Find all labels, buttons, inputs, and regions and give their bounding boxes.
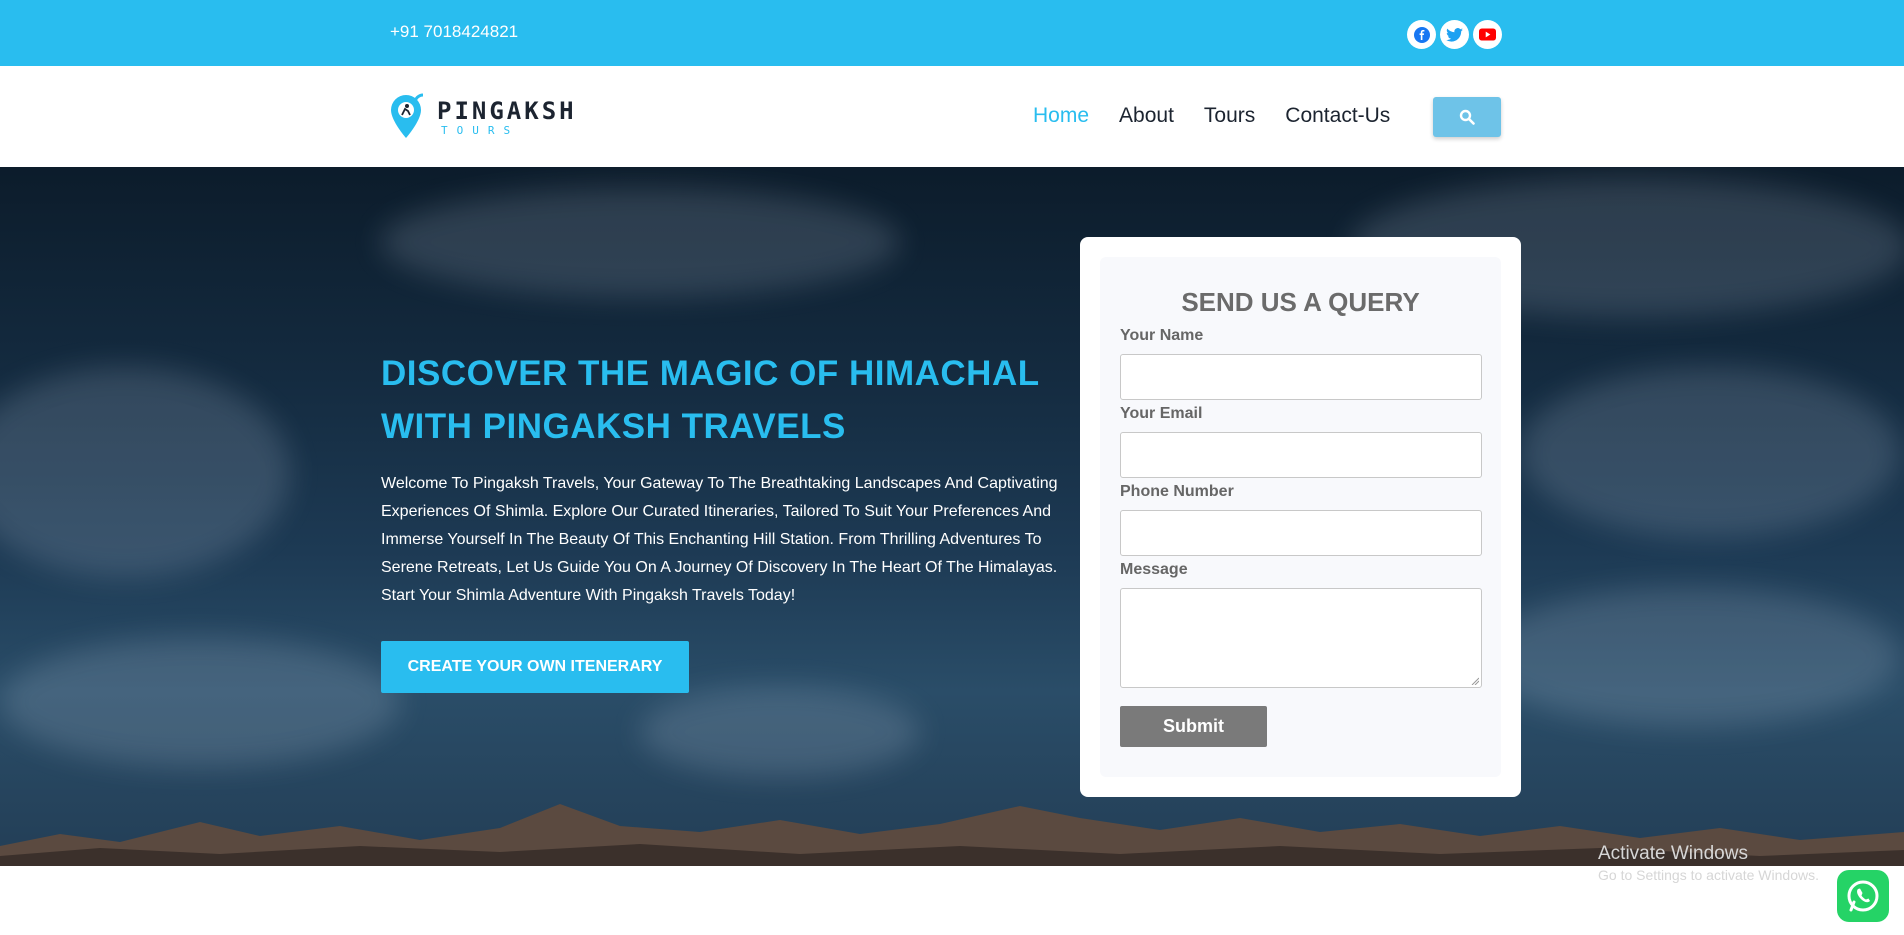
message-field[interactable]: [1120, 588, 1482, 688]
whatsapp-button[interactable]: [1837, 870, 1889, 922]
hero-title-line-2: WITH PINGAKSH TRAVELS: [381, 407, 846, 446]
whatsapp-icon: [1847, 880, 1879, 912]
watermark-subtitle: Go to Settings to activate Windows.: [1598, 867, 1819, 883]
cloud: [0, 367, 290, 577]
nav-home[interactable]: Home: [1033, 104, 1089, 128]
email-field[interactable]: [1120, 432, 1482, 478]
nav-contact-us[interactable]: Contact-Us: [1285, 104, 1390, 128]
youtube-icon[interactable]: [1473, 20, 1502, 49]
twitter-icon[interactable]: [1440, 20, 1469, 49]
email-label: Your Email: [1120, 405, 1203, 422]
search-icon: [1459, 109, 1475, 125]
query-form: SEND US A QUERY Your Name Your Email Pho…: [1100, 257, 1501, 777]
watermark-title: Activate Windows: [1598, 843, 1748, 864]
query-form-card: SEND US A QUERY Your Name Your Email Pho…: [1080, 237, 1521, 797]
site-header: PINGAKSH TOURS Home About Tours Contact-…: [0, 66, 1904, 167]
form-title: SEND US A QUERY: [1181, 287, 1420, 317]
hero-section: DISCOVER THE MAGIC OF HIMACHAL WITH PING…: [0, 167, 1904, 866]
cloud: [640, 687, 920, 777]
hero-title: DISCOVER THE MAGIC OF HIMACHAL WITH PING…: [381, 347, 1081, 453]
name-field[interactable]: [1120, 354, 1482, 400]
nav-about[interactable]: About: [1119, 104, 1174, 128]
cloud: [380, 187, 900, 297]
nav-tours[interactable]: Tours: [1204, 104, 1255, 128]
top-bar: +91 7018424821: [0, 0, 1904, 66]
cloud: [1480, 587, 1900, 727]
social-links: [1407, 20, 1502, 49]
create-itinerary-button[interactable]: CREATE YOUR OWN ITENERARY: [381, 641, 689, 693]
site-logo[interactable]: PINGAKSH TOURS: [389, 93, 577, 141]
hero-description: Welcome To Pingaksh Travels, Your Gatewa…: [381, 475, 1058, 604]
resize-handle-icon[interactable]: [1471, 677, 1479, 685]
search-button[interactable]: [1433, 97, 1501, 137]
cloud: [1520, 367, 1900, 537]
windows-activation-watermark: Activate Windows Go to Settings to activ…: [1598, 843, 1819, 883]
phone-field[interactable]: [1120, 510, 1482, 556]
facebook-icon[interactable]: [1407, 20, 1436, 49]
map-pin-logo-icon: [391, 93, 424, 138]
name-label: Your Name: [1120, 327, 1204, 344]
main-nav: Home About Tours Contact-Us: [1033, 104, 1390, 128]
hero-title-line-1: DISCOVER THE MAGIC OF HIMACHAL: [381, 354, 1040, 393]
logo-name: PINGAKSH: [437, 96, 577, 125]
cloud: [0, 637, 400, 767]
phone-label: Phone Number: [1120, 483, 1234, 500]
phone-number[interactable]: +91 7018424821: [390, 22, 518, 42]
submit-button[interactable]: Submit: [1120, 706, 1267, 747]
logo-subtitle: TOURS: [441, 123, 520, 137]
message-label: Message: [1120, 561, 1188, 578]
